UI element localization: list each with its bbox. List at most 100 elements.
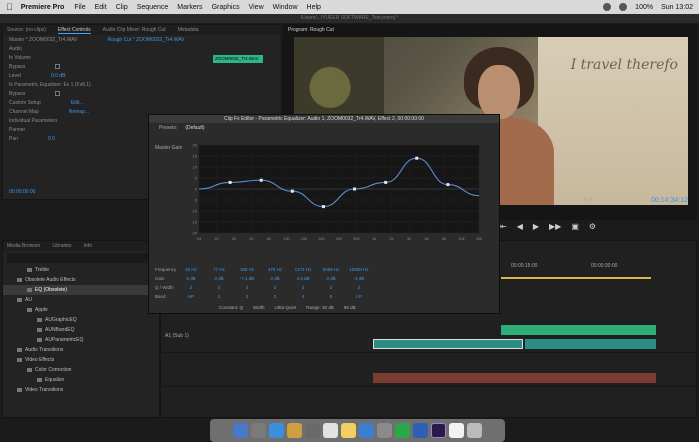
band-toggle[interactable]: 3 [261,294,289,299]
step-forward-icon[interactable]: ▶▶ [549,222,561,231]
menu-sequence[interactable]: Sequence [137,4,169,11]
tree-item[interactable]: EQ (Obsolete) [3,285,159,295]
custom-setup-button[interactable]: Edit... [71,100,84,106]
tree-item[interactable]: Video Effects [3,355,159,365]
effects-search-input[interactable] [7,253,155,263]
bypass-checkbox[interactable] [55,64,61,69]
menu-markers[interactable]: Markers [177,4,202,11]
tree-item[interactable]: Color Correction [3,365,159,375]
tree-item[interactable]: AU [3,295,159,305]
range-30db-radio[interactable]: Range: 30 dB [306,305,334,310]
gain-cell[interactable]: 0 dB [205,276,233,281]
eq-band-handle[interactable] [353,187,357,191]
gain-cell[interactable]: 0 dB [261,276,289,281]
audio-clip[interactable] [525,339,656,349]
ec-row-parametric-eq[interactable]: fx Parametric Equalizer: Ex 1 (Fx8.1) [3,80,281,89]
work-area-bar[interactable] [501,277,651,279]
gain-cell[interactable]: 4.9 dB [289,276,317,281]
constant-q-radio[interactable]: Constant: Q [219,305,243,310]
freq-cell[interactable]: 10000 Hz [345,267,373,272]
export-frame-icon[interactable]: ▣ [571,222,579,231]
trash-icon[interactable] [467,423,482,438]
safari-icon[interactable] [269,423,284,438]
band-toggle[interactable]: 4 [289,294,317,299]
contacts-icon[interactable] [305,423,320,438]
eq-curve-chart[interactable]: 20 15 10 5 0 -5 -10 -15 -20Hz 20 40 60 80 100 200 300 40… [187,143,483,243]
tree-item[interactable]: Apple [3,305,159,315]
messages-icon[interactable] [395,423,410,438]
band-toggle[interactable]: 2 [233,294,261,299]
fit-dropdown[interactable]: Full [584,197,592,203]
tree-item[interactable]: Obsolete Audio Effects [3,275,159,285]
q-cell[interactable]: 2 [233,285,261,290]
audio-clip-red[interactable] [373,373,656,383]
tree-item[interactable]: Equalize [3,375,159,385]
q-cell[interactable]: 2 [205,285,233,290]
document-icon[interactable] [449,423,464,438]
ultra-quiet-checkbox[interactable]: Ultra-Quiet [275,305,297,310]
program-timecode[interactable]: 00:14:34:12 [651,197,688,204]
gain-cell[interactable]: -4 dB [345,276,373,281]
gain-cell[interactable]: -7.1 dB [233,276,261,281]
menu-window[interactable]: Window [273,4,298,11]
menu-help[interactable]: Help [307,4,321,11]
presets-dropdown[interactable]: (Default) [185,125,204,131]
play-icon[interactable]: ▶ [533,222,539,231]
q-cell[interactable]: 2 [317,285,345,290]
premiere-pro-icon[interactable] [431,423,446,438]
range-96db-radio[interactable]: 96 dB [344,305,356,310]
app-name[interactable]: Premiere Pro [21,4,65,11]
tree-item[interactable]: AUNBandEQ [3,325,159,335]
freq-cell[interactable]: 40 Hz [177,267,205,272]
gain-cell[interactable]: 0 dB [317,276,345,281]
battery-label[interactable]: 100% [635,4,653,11]
tree-item[interactable]: Treble [3,265,159,275]
band-toggle[interactable]: 5 [317,294,345,299]
sequence-path[interactable]: Rough Cut * ZOOM0032_Tr4.WAV [107,37,184,43]
freq-cell[interactable]: 5369 Hz [317,267,345,272]
wifi-icon[interactable] [619,3,628,11]
band-toggle[interactable]: 1 [205,294,233,299]
tab-media-browser[interactable]: Media Browser [7,243,40,249]
clock[interactable]: Sun 13:02 [661,4,693,11]
step-back-icon[interactable]: ◀ [517,222,523,231]
finder-icon[interactable] [233,423,248,438]
gain-cell[interactable]: 5 dB [177,276,205,281]
clip-chip[interactable]: ZOOM0032_Tr4.WAV [213,55,263,63]
menu-clip[interactable]: Clip [116,4,128,11]
tab-metadata[interactable]: Metadata [178,27,199,33]
app-store-icon[interactable] [359,423,374,438]
q-cell[interactable]: 2 [345,285,373,290]
tree-item[interactable]: AUGraphicEQ [3,315,159,325]
word-icon[interactable] [413,423,428,438]
freq-cell[interactable]: 77 Hz [205,267,233,272]
channel-map-button[interactable]: Remap... [69,109,89,115]
width-radio[interactable]: Width [253,305,265,310]
settings-icon[interactable]: ⚙ [589,222,596,231]
band-toggle[interactable]: LP [345,294,373,299]
eq-band-handle[interactable] [415,156,419,160]
pan-value[interactable]: 0.0 [48,136,55,142]
ec-timecode[interactable]: 00:00:00:00 [9,189,35,195]
launchpad-icon[interactable] [251,423,266,438]
tree-item[interactable]: Audio Transitions [3,345,159,355]
eq-band-handle[interactable] [228,180,232,184]
tab-libraries[interactable]: Libraries [52,243,71,249]
system-preferences-icon[interactable] [377,423,392,438]
band-toggle[interactable]: HP [177,294,205,299]
notes-icon[interactable] [341,423,356,438]
apple-icon[interactable]:  [6,2,13,12]
menu-edit[interactable]: Edit [95,4,107,11]
tab-source[interactable]: Source: (no clips) [7,27,46,33]
tab-audio-clip-mixer[interactable]: Audio Clip Mixer: Rough Cut [103,27,166,33]
tab-info[interactable]: Info [84,243,92,249]
audio-clip-selected[interactable] [373,339,523,349]
level-value[interactable]: 0.0 dB [51,73,65,79]
freq-cell[interactable]: 160 Hz [233,267,261,272]
eq-bypass-checkbox[interactable] [55,91,61,96]
tree-item[interactable]: Video Transitions [3,385,159,395]
eq-band-handle[interactable] [384,180,388,184]
mail-icon[interactable] [287,423,302,438]
video-clip[interactable] [501,325,656,335]
eq-dialog-title[interactable]: Clip Fx Editor - Parametric Equalizer: A… [149,115,499,123]
